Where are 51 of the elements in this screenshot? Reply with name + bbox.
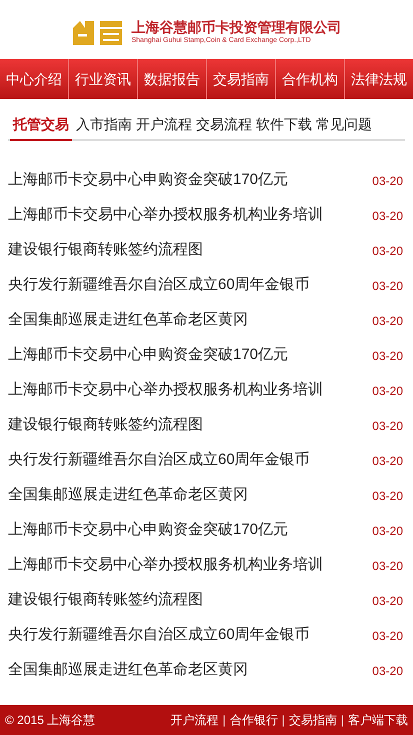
nav-item[interactable]: 交易指南 bbox=[206, 59, 275, 99]
news-date: 03-20 bbox=[372, 208, 403, 224]
news-date: 03-20 bbox=[372, 418, 403, 434]
news-date: 03-20 bbox=[372, 628, 403, 644]
news-date: 03-20 bbox=[372, 592, 403, 610]
news-title[interactable]: 上海邮币卡交易中心举办授权服务机构业务培训 bbox=[8, 204, 323, 227]
tab[interactable]: 软件下载 bbox=[256, 109, 312, 139]
news-date: 03-20 bbox=[372, 558, 403, 574]
nav-item[interactable]: 合作机构 bbox=[275, 59, 344, 99]
news-title[interactable]: 全国集邮巡展走进红色革命老区黄冈 bbox=[8, 484, 248, 507]
nav-item[interactable]: 数据报告 bbox=[137, 59, 206, 99]
news-date: 03-20 bbox=[372, 278, 403, 294]
news-title[interactable]: 央行发行新疆维吾尔自治区成立60周年金银币 bbox=[8, 274, 310, 297]
tab[interactable]: 交易流程 bbox=[196, 109, 252, 139]
footer-link[interactable]: 交易指南 bbox=[288, 711, 337, 729]
nav-item[interactable]: 中心介绍 bbox=[0, 59, 68, 99]
news-date: 03-20 bbox=[372, 488, 403, 504]
news-date: 03-20 bbox=[372, 172, 403, 190]
tab[interactable]: 常见问题 bbox=[316, 109, 372, 139]
news-title[interactable]: 建设银行银商转账签约流程图 bbox=[8, 414, 203, 437]
footer-link[interactable]: 开户流程 bbox=[170, 711, 219, 729]
news-title[interactable]: 上海邮币卡交易中心举办授权服务机构业务培训 bbox=[8, 554, 323, 577]
footer-link[interactable]: 客户端下载 bbox=[348, 711, 408, 729]
separator: | bbox=[280, 712, 286, 729]
news-title[interactable]: 上海邮币卡交易中心申购资金突破170亿元 bbox=[8, 344, 288, 367]
news-title[interactable]: 全国集邮巡展走进红色革命老区黄冈 bbox=[8, 659, 248, 682]
news-date: 03-20 bbox=[372, 522, 403, 540]
news-title[interactable]: 上海邮币卡交易中心举办授权服务机构业务培训 bbox=[8, 379, 323, 402]
news-date: 03-20 bbox=[372, 312, 403, 330]
news-title[interactable]: 上海邮币卡交易中心申购资金突破170亿元 bbox=[8, 169, 288, 192]
separator: | bbox=[340, 712, 345, 729]
news-title[interactable]: 建设银行银商转账签约流程图 bbox=[8, 239, 203, 262]
nav-item[interactable]: 法律法规 bbox=[344, 59, 413, 99]
footer-link[interactable]: 合作银行 bbox=[230, 711, 278, 729]
news-title[interactable]: 上海邮币卡交易中心申购资金突破170亿元 bbox=[8, 519, 288, 542]
news-date: 03-20 bbox=[372, 382, 403, 400]
news-date: 03-20 bbox=[372, 662, 403, 680]
tab[interactable]: 入市指南 bbox=[76, 109, 132, 139]
nav-item[interactable]: 行业资讯 bbox=[68, 59, 137, 99]
tab[interactable]: 托管交易 bbox=[10, 109, 72, 141]
news-title[interactable]: 央行发行新疆维吾尔自治区成立60周年金银币 bbox=[8, 624, 310, 647]
tab[interactable]: 开户流程 bbox=[136, 109, 192, 139]
news-title[interactable]: 全国集邮巡展走进红色革命老区黄冈 bbox=[8, 309, 248, 332]
news-title[interactable]: 央行发行新疆维吾尔自治区成立60周年金银币 bbox=[8, 449, 310, 472]
news-date: 03-20 bbox=[372, 348, 403, 364]
news-date: 03-20 bbox=[372, 242, 403, 260]
copyright-text: © 2015 上海谷慧 bbox=[5, 712, 96, 729]
separator: | bbox=[222, 712, 227, 729]
news-date: 03-20 bbox=[372, 452, 403, 470]
news-title[interactable]: 建设银行银商转账签约流程图 bbox=[8, 589, 203, 612]
company-name: 上海谷慧邮币卡投资管理有限公司 bbox=[132, 18, 342, 36]
